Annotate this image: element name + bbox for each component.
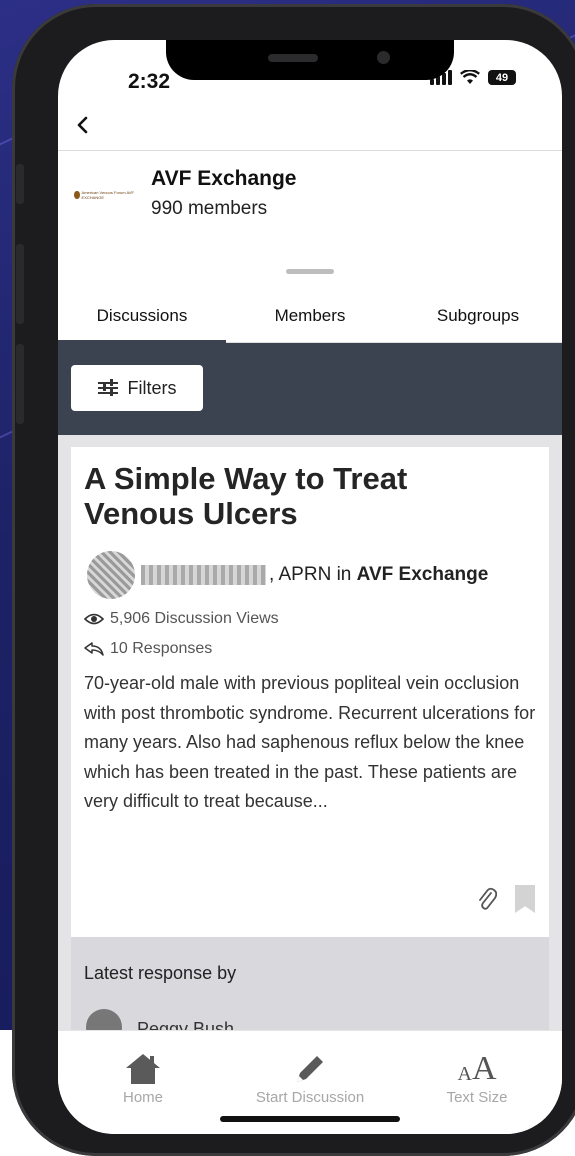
tab-bar: Discussions Members Subgroups: [58, 290, 562, 343]
discussion-card[interactable]: A Simple Way to Treat Venous Ulcers , AP…: [71, 447, 549, 937]
screen: 2:32 49 American Venous Forum AVF EXCHAN…: [58, 40, 562, 1134]
discussion-title[interactable]: A Simple Way to Treat Venous Ulcers: [84, 461, 524, 531]
notch: [166, 40, 454, 80]
logo-text: American Venous Forum AVF EXCHANGE: [81, 190, 134, 200]
phone-frame: 2:32 49 American Venous Forum AVF EXCHAN…: [12, 4, 575, 1156]
views-meta: 5,906 Discussion Views: [84, 610, 279, 628]
battery-icon: 49: [488, 70, 516, 85]
latest-response[interactable]: Latest response by Peggy Bush: [71, 937, 549, 1030]
nav-start-discussion[interactable]: Start Discussion: [225, 1049, 395, 1106]
sheet-grabber[interactable]: [286, 269, 334, 274]
attachment-icon[interactable]: [477, 887, 498, 917]
side-button: [16, 244, 24, 324]
home-indicator: [220, 1116, 400, 1122]
group-member-count: 990 members: [151, 198, 268, 219]
responses-meta: 10 Responses: [84, 640, 212, 658]
author-avatar[interactable]: [87, 551, 135, 599]
back-button[interactable]: [68, 110, 98, 140]
text-size-icon: AA: [457, 1050, 497, 1087]
reply-icon: [84, 642, 104, 656]
discussion-excerpt: 70-year-old male with previous popliteal…: [84, 673, 536, 811]
responses-count: 10 Responses: [110, 640, 213, 657]
group-logo: American Venous Forum AVF EXCHANGE: [74, 186, 134, 204]
nav-text-size-label: Text Size: [446, 1089, 508, 1106]
filters-button[interactable]: Filters: [71, 365, 203, 411]
header-divider: [58, 150, 562, 151]
pencil-icon: [293, 1049, 327, 1089]
home-icon: [124, 1049, 162, 1089]
discussion-list: A Simple Way to Treat Venous Ulcers , AP…: [58, 435, 562, 1030]
responder-name: Peggy Bush: [137, 1019, 235, 1030]
nav-text-size[interactable]: AA Text Size: [392, 1049, 562, 1106]
author-line: , APRN in AVF Exchange: [269, 564, 488, 586]
latest-response-label: Latest response by: [84, 963, 237, 983]
nav-start-discussion-label: Start Discussion: [255, 1089, 365, 1106]
eye-icon: [84, 613, 104, 625]
group-link[interactable]: AVF Exchange: [357, 564, 489, 585]
tab-members[interactable]: Members: [226, 290, 394, 342]
nav-home[interactable]: Home: [58, 1049, 228, 1106]
filters-label: Filters: [127, 377, 177, 398]
wifi-icon: [460, 70, 480, 84]
tab-subgroups[interactable]: Subgroups: [394, 290, 562, 342]
speaker: [268, 54, 318, 62]
side-button: [16, 164, 24, 204]
responder-avatar: [86, 1009, 122, 1030]
author-suffix: , APRN in: [269, 564, 357, 585]
group-name: AVF Exchange: [151, 167, 297, 190]
author-name-redacted: [141, 565, 266, 585]
logo-seal-icon: [74, 191, 80, 199]
bookmark-icon[interactable]: [515, 885, 535, 913]
camera: [377, 51, 390, 64]
tab-discussions[interactable]: Discussions: [58, 290, 226, 343]
nav-home-label: Home: [122, 1089, 163, 1106]
sliders-icon: [97, 379, 118, 396]
status-time: 2:32: [128, 70, 171, 93]
views-count: 5,906 Discussion Views: [110, 610, 279, 627]
side-button: [16, 344, 24, 424]
chevron-left-icon: [77, 116, 88, 134]
